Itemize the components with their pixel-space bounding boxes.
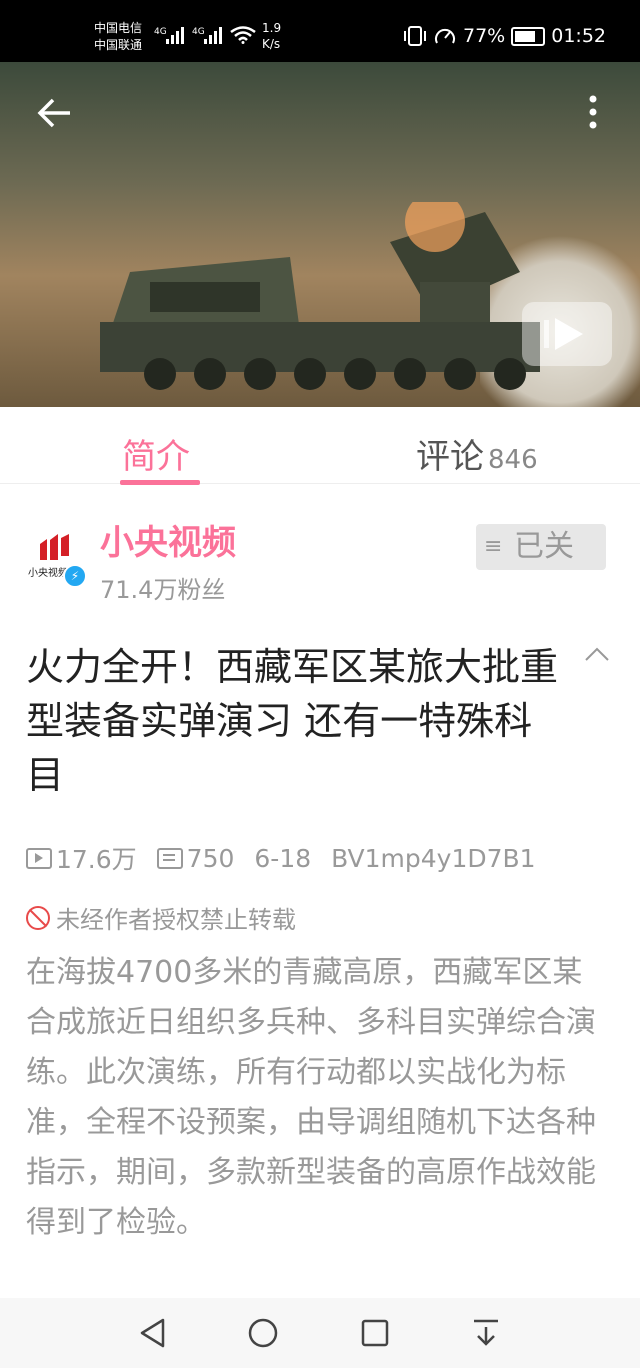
bv-id: BV1mp4y1D7B1 — [331, 843, 536, 873]
danmaku-icon — [156, 847, 183, 869]
signal-icon — [204, 27, 222, 44]
speed-value: 1.9 — [262, 21, 282, 35]
network-type-1: 4G — [154, 27, 167, 37]
triangle-back-icon — [140, 1318, 165, 1348]
follow-label: 已关 — [514, 529, 574, 564]
tab-comments-label: 评论 — [416, 437, 484, 477]
back-button[interactable] — [36, 97, 72, 138]
chevron-up-icon — [585, 647, 609, 661]
vibrate-icon — [404, 26, 426, 46]
avatar-logo-text: 小央视频 — [28, 568, 68, 579]
collapse-button[interactable] — [584, 640, 610, 668]
carrier-2: 中国联通 — [94, 38, 143, 52]
publish-date: 6-18 — [254, 843, 312, 873]
nav-back-button[interactable] — [139, 1317, 191, 1349]
play-count-icon — [26, 847, 52, 869]
square-recent-icon — [361, 1319, 389, 1347]
speedometer-icon — [435, 28, 455, 44]
danmaku-count: 750 — [186, 843, 235, 873]
play-bar — [544, 320, 549, 348]
repost-notice: 未经作者授权禁止转载 — [26, 900, 296, 935]
more-vertical-icon — [589, 95, 597, 129]
network-speed: 1.9 K/s — [262, 20, 281, 52]
network-type-2: 4G — [192, 27, 205, 37]
status-bar: 中国电信 中国联通 4G 4G 1.9 K/s 77% 01:52 — [0, 0, 640, 62]
menu-icon: ≡ — [484, 534, 503, 559]
nav-home-button[interactable] — [247, 1317, 279, 1349]
battery-icon — [511, 26, 546, 46]
tab-comments[interactable]: 评论 846 — [416, 429, 538, 478]
wifi-icon — [230, 26, 256, 44]
follow-button[interactable]: ≡ 已关 — [476, 524, 606, 570]
system-nav-bar — [0, 1298, 640, 1368]
carrier-1: 中国电信 — [94, 21, 143, 35]
clock: 01:52 — [551, 25, 606, 47]
video-player[interactable] — [0, 62, 640, 407]
fan-count: 71.4万粉丝 — [100, 576, 226, 604]
views: 17.6万 — [26, 840, 137, 876]
speed-unit: K/s — [262, 37, 281, 51]
carrier-info: 中国电信 中国联通 — [94, 20, 142, 54]
verified-icon: ⚡ — [63, 564, 87, 588]
nav-recent-button[interactable] — [360, 1318, 390, 1348]
comment-count: 846 — [488, 445, 538, 475]
danmaku: 750 — [156, 843, 235, 873]
forbidden-icon — [26, 905, 50, 930]
rocket-launcher-vehicle — [100, 202, 540, 390]
play-icon — [555, 318, 583, 350]
more-button[interactable] — [576, 94, 610, 130]
signal-icon — [166, 27, 184, 44]
play-button[interactable] — [522, 302, 612, 366]
video-meta: 17.6万 750 6-18 BV1mp4y1D7B1 — [26, 840, 536, 876]
pull-down-icon — [474, 1319, 498, 1346]
status-right: 77% 01:52 — [403, 25, 606, 47]
uploader-name[interactable]: 小央视频 — [100, 515, 236, 564]
view-count: 17.6万 — [56, 845, 137, 874]
circle-home-icon — [248, 1318, 278, 1348]
video-title: 火力全开！西藏军区某旅大批重型装备实弹演习 还有一特殊科目 — [26, 645, 559, 797]
tab-bar: 简介 评论 846 — [0, 407, 640, 485]
video-description: 在海拔4700多米的青藏高原，西藏军区某合成旅近日组织多兵种、多科目实弹综合演练… — [26, 955, 596, 1240]
nav-notification-button[interactable] — [472, 1317, 500, 1349]
arrow-left-icon — [37, 98, 70, 128]
battery-percent: 77% — [463, 25, 506, 47]
tab-indicator — [120, 480, 200, 485]
notice-text: 未经作者授权禁止转载 — [56, 906, 296, 934]
tab-intro[interactable]: 简介 — [122, 429, 190, 478]
